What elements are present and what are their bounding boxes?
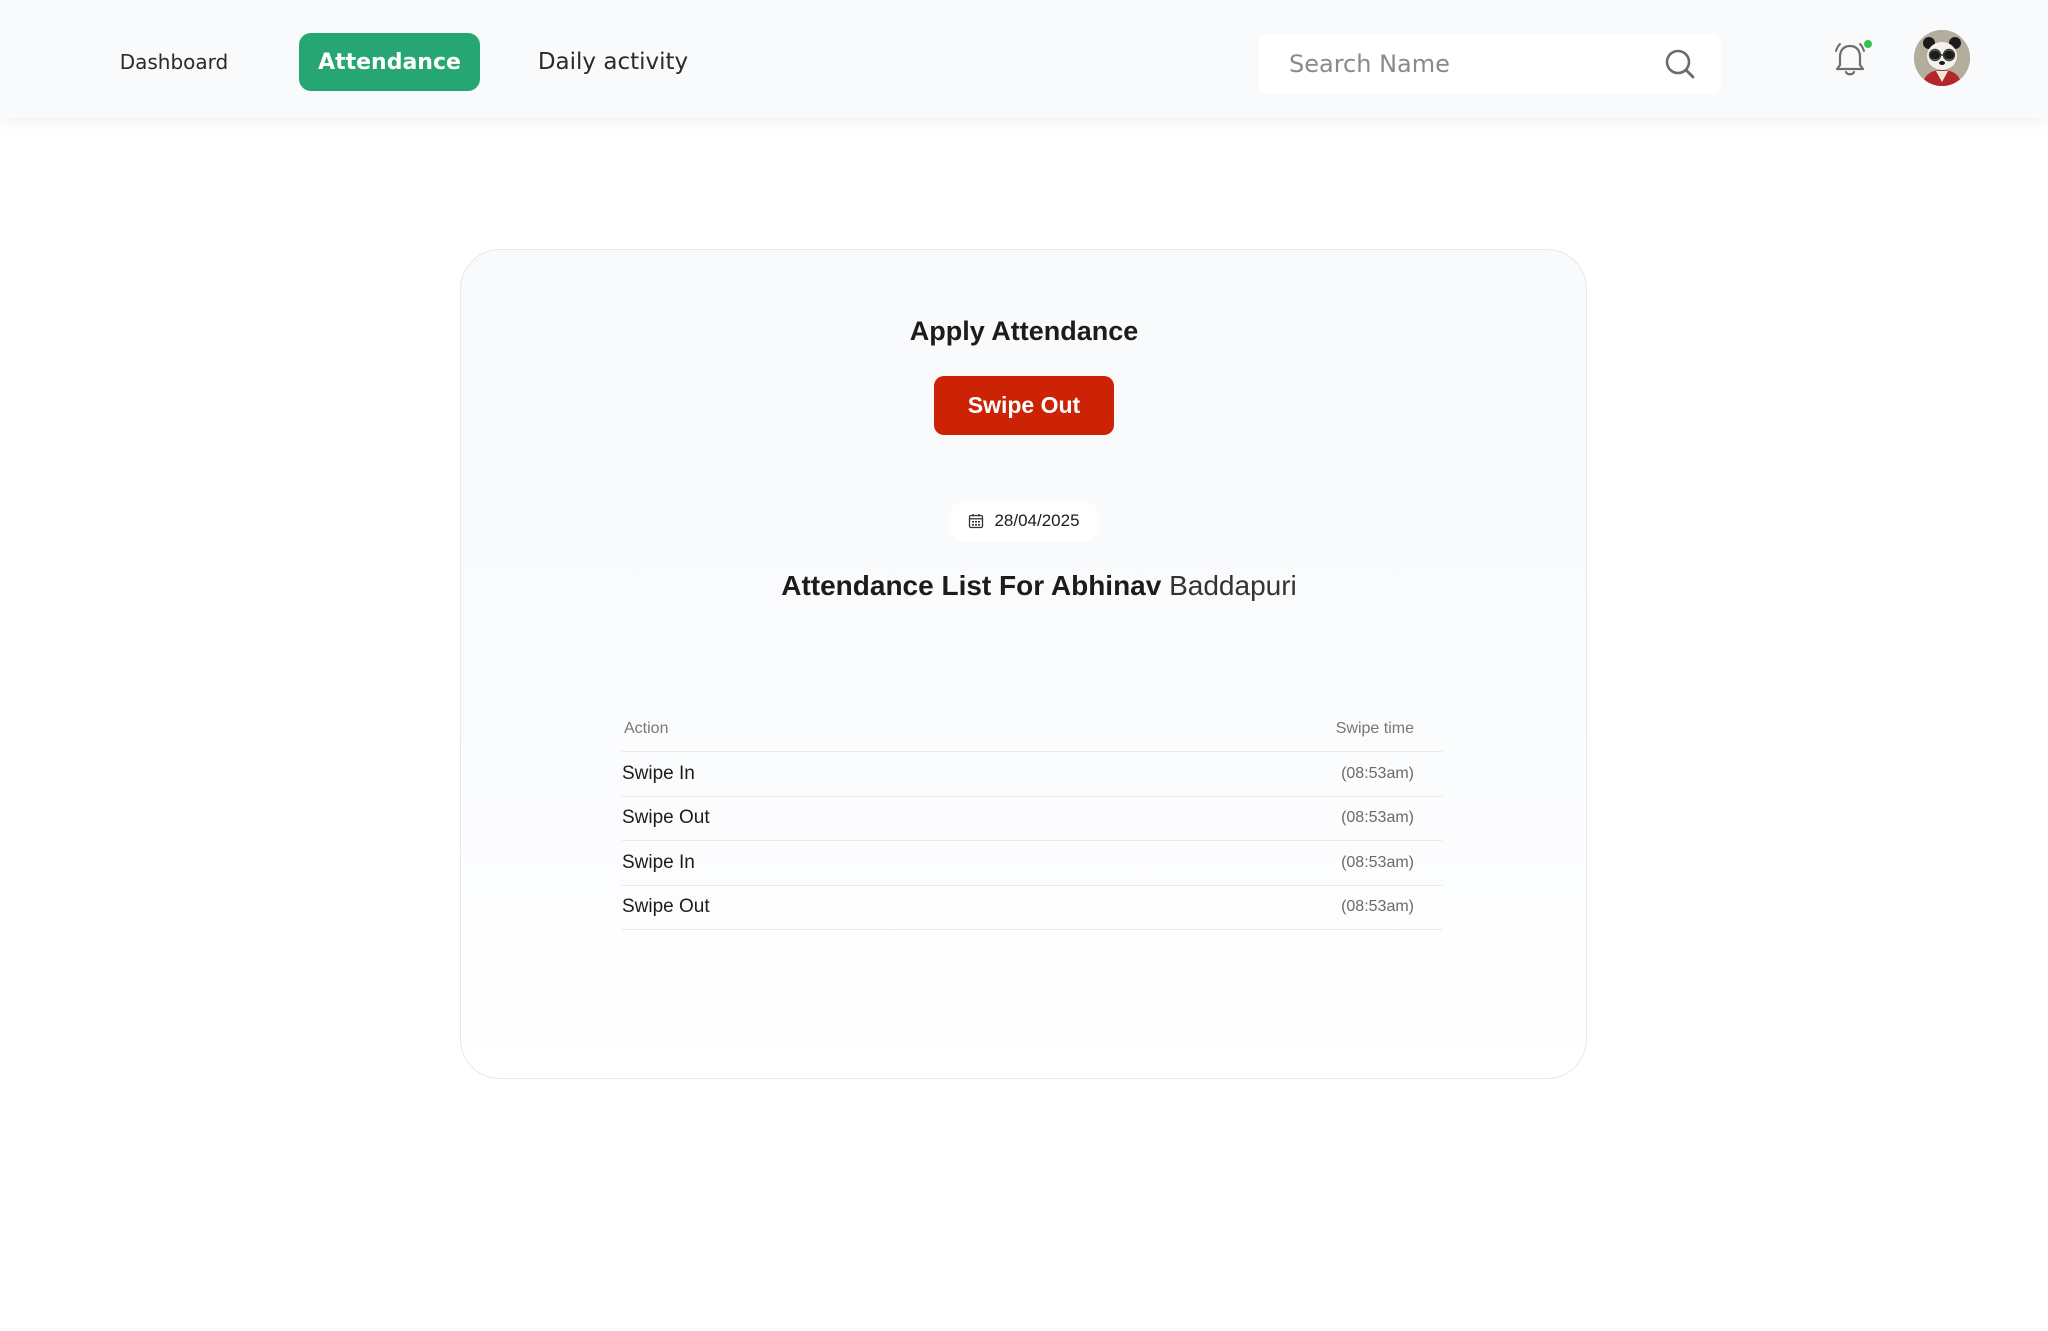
row-time: (08:53am) xyxy=(1341,853,1414,871)
row-time: (08:53am) xyxy=(1341,898,1414,916)
bell-icon[interactable] xyxy=(1832,40,1868,78)
table-row: Swipe Out (08:53am) xyxy=(622,886,1442,930)
row-action: Swipe Out xyxy=(622,807,710,829)
nav-attendance[interactable]: Attendance xyxy=(299,33,480,91)
apply-attendance-title: Apply Attendance xyxy=(909,316,1139,346)
top-navbar: Dashboard Attendance Daily activity xyxy=(0,0,2048,118)
attendance-table: Action Swipe time Swipe In (08:53am) Swi… xyxy=(622,706,1442,930)
header-swipe-time: Swipe time xyxy=(1335,719,1414,737)
row-action: Swipe Out xyxy=(622,896,710,918)
search-icon[interactable] xyxy=(1663,47,1697,81)
attendance-card xyxy=(460,249,1587,1079)
attendance-list-title: Attendance List For Abhinav Baddapuri xyxy=(0,570,2048,602)
table-header: Action Swipe time xyxy=(622,706,1442,752)
row-action: Swipe In xyxy=(622,851,695,873)
row-time: (08:53am) xyxy=(1341,809,1414,827)
avatar[interactable] xyxy=(1914,30,1970,86)
selected-date: 28/04/2025 xyxy=(994,511,1080,530)
list-title-prefix: Attendance List For Abhinav xyxy=(781,570,1162,601)
row-time: (08:53am) xyxy=(1341,764,1414,782)
table-row: Swipe In (08:53am) xyxy=(622,752,1442,797)
header-action: Action xyxy=(624,719,669,737)
search-box xyxy=(1259,33,1721,95)
panda-avatar-icon xyxy=(1914,30,1970,86)
calendar-icon xyxy=(969,514,984,529)
notification-dot xyxy=(1864,40,1872,48)
nav-daily-activity[interactable]: Daily activity xyxy=(530,33,696,91)
date-picker[interactable]: 28/04/2025 xyxy=(948,500,1100,542)
nav-dashboard[interactable]: Dashboard xyxy=(104,33,244,91)
search-input[interactable] xyxy=(1289,50,1663,78)
list-title-name: Baddapuri xyxy=(1169,570,1297,601)
row-action: Swipe In xyxy=(622,762,695,784)
table-row: Swipe In (08:53am) xyxy=(622,841,1442,886)
swipe-out-button[interactable]: Swipe Out xyxy=(934,376,1114,435)
table-row: Swipe Out (08:53am) xyxy=(622,797,1442,841)
